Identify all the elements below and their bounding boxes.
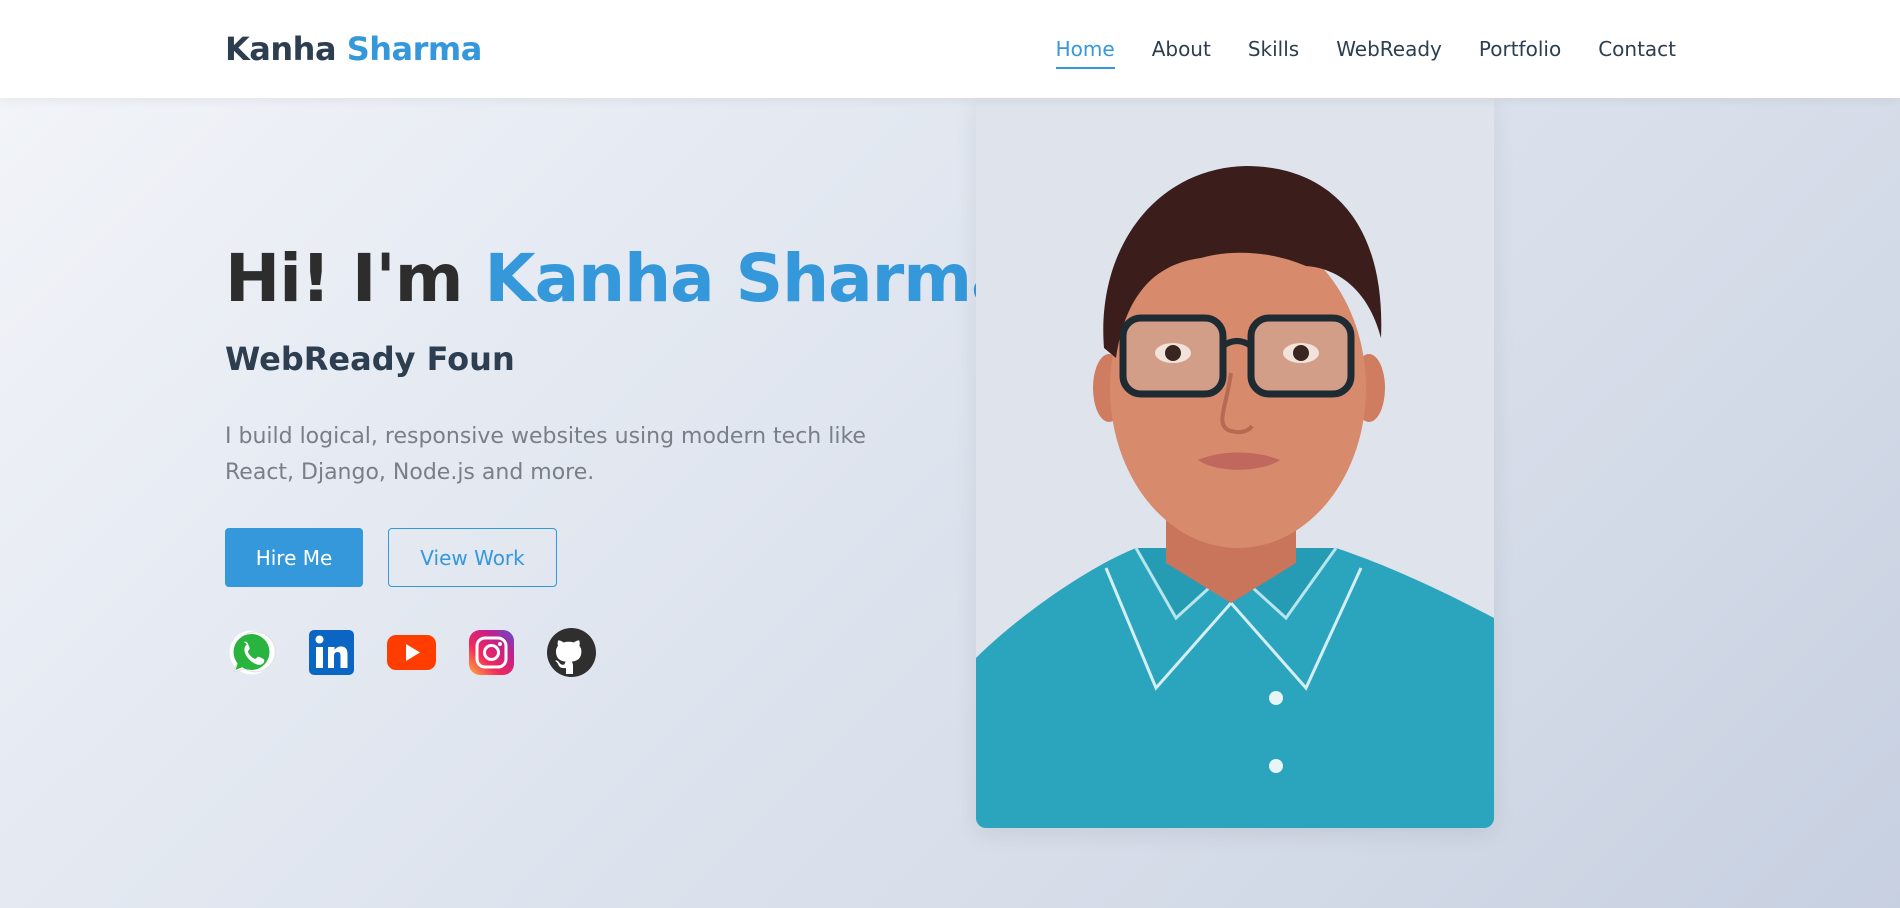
brand-last-name: Sharma (346, 30, 483, 68)
profile-portrait-illustration (976, 98, 1494, 828)
hero-description: I build logical, responsive websites usi… (225, 424, 866, 485)
nav-link-about[interactable]: About (1152, 37, 1211, 61)
github-icon[interactable] (545, 626, 598, 679)
hero-greeting: Hi! I'm (225, 240, 463, 317)
linkedin-icon[interactable] (305, 626, 358, 679)
nav-link-portfolio[interactable]: Portfolio (1479, 37, 1561, 61)
profile-photo (976, 98, 1494, 828)
nav-links: Home About Skills WebReady Portfolio Con… (1055, 37, 1676, 69)
hire-me-button[interactable]: Hire Me (225, 528, 363, 587)
hero-title: Hi! I'm Kanha Sharma (225, 240, 1016, 317)
brand-first-name: Kanha (225, 30, 337, 68)
view-work-button[interactable]: View Work (388, 528, 557, 587)
navbar: Kanha Sharma Home About Skills WebReady … (0, 0, 1900, 98)
nav-link-contact[interactable]: Contact (1598, 37, 1676, 61)
nav-link-home[interactable]: Home (1055, 37, 1115, 69)
brand-logo[interactable]: Kanha Sharma (225, 30, 482, 68)
nav-link-skills[interactable]: Skills (1248, 37, 1299, 61)
nav-link-webready[interactable]: WebReady (1336, 37, 1442, 61)
hero-subtitle: WebReady Foun (225, 340, 515, 378)
whatsapp-icon[interactable] (225, 626, 278, 679)
hero-name: Kanha Sharma (484, 240, 1015, 317)
youtube-icon[interactable] (385, 626, 438, 679)
social-links (225, 626, 598, 679)
instagram-icon[interactable] (465, 626, 518, 679)
